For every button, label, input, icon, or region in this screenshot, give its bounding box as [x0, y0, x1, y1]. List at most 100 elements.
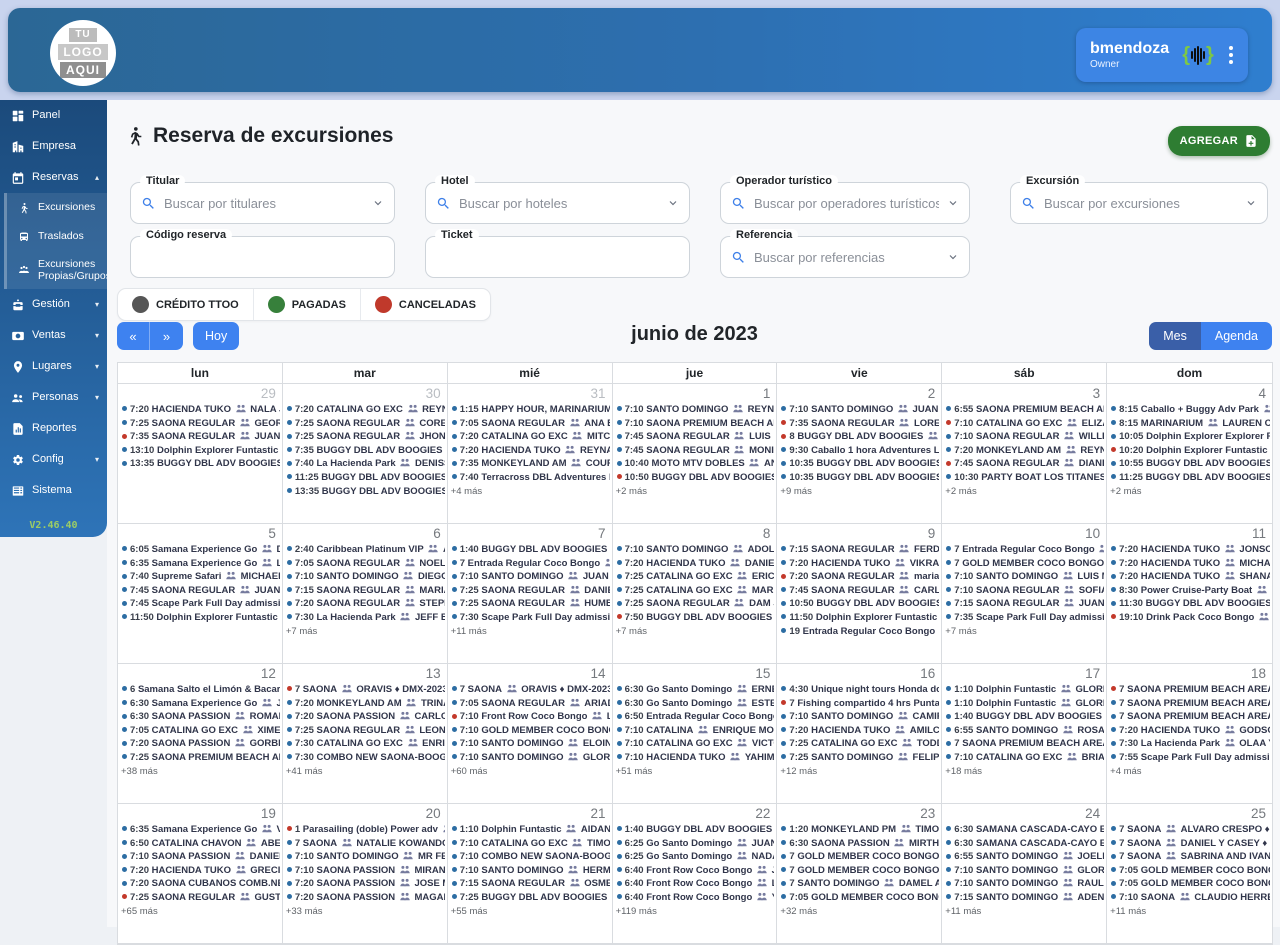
calendar-event[interactable]: 7:15 SAONA REGULAR JUAN JOSE Y — [945, 597, 1104, 611]
calendar-day-cell[interactable]: 221:40 BUGGY DBL ADV BOOGIES RICI6:25 Go… — [612, 804, 778, 944]
calendar-event[interactable]: 7:10 SANTO DOMINGO REYNA ACO — [616, 403, 774, 417]
calendar-event[interactable]: 6:30 Go Santo Domingo ESTELLA - L — [616, 697, 774, 711]
calendar-event[interactable]: 7:10 SAONA PASSION MIRANDA LU — [286, 864, 445, 878]
calendar-event[interactable]: 7 SAONA PREMIUM BEACH AREA C — [1110, 683, 1270, 697]
calendar-event[interactable]: 7:45 SAONA REGULAR DIANELIS GO — [945, 457, 1104, 471]
calendar-event[interactable]: 7 SANTO DOMINGO DAMEL AND JA — [780, 877, 939, 891]
calendar-day-cell[interactable]: 137 SAONA ORAVIS ♦ DMX-202302167:20 MONK… — [282, 664, 448, 804]
more-events-link[interactable]: +9 más — [780, 485, 939, 498]
calendar-event[interactable]: 7:20 SAONA CUBANOS COMB.NEW — [121, 877, 280, 891]
more-events-link[interactable]: +41 más — [286, 765, 445, 778]
calendar-event[interactable]: 7:10 SAONA REGULAR WILLIAM NG — [945, 430, 1104, 444]
calendar-day-cell[interactable]: 297:20 HACIENDA TUKO NALA JOHUS7:25 SAON… — [118, 384, 283, 524]
calendar-day-cell[interactable]: 10 7 Entrada Regular Coco Bongo EDIS7 GOL… — [942, 524, 1108, 664]
calendar-event[interactable]: 7:20 HACIENDA TUKO VIKRAM PAS. — [780, 557, 939, 571]
calendar-event[interactable]: 7:20 SAONA PASSION MAGALIEL VI — [286, 891, 445, 905]
add-reservation-button[interactable]: AGREGAR — [1167, 126, 1270, 156]
calendar-event[interactable]: 7:10 SANTO DOMINGO MR FENTON — [286, 850, 445, 864]
calendar-event[interactable]: 8 BUGGY DBL ADV BOOGIES BECKE — [780, 430, 939, 444]
calendar-event[interactable]: 7:20 HACIENDA TUKO GODSON OSE — [1110, 724, 1270, 738]
calendar-event[interactable]: 7:20 HACIENDA TUKO GRECIA BATIS — [121, 864, 280, 878]
calendar-event[interactable]: 7:20 HACIENDA TUKO NALA JOHUS — [121, 403, 280, 417]
calendar-event[interactable]: 7:25 SAONA REGULAR DAM JOSUE — [616, 597, 774, 611]
sidebar-item-reservas[interactable]: Reservas ▴ — [0, 162, 107, 193]
calendar-event[interactable]: 7:15 SANTO DOMINGO ADEN SIFAN — [945, 891, 1104, 905]
calendar-event[interactable]: 11:50 Dolphin Explorer Funtastic Progra — [780, 611, 939, 625]
calendar-day-cell[interactable]: 62:40 Caribbean Platinum VIP ALEXA7:05 S… — [282, 524, 448, 664]
sidebar-item-lugares[interactable]: Lugares ▾ — [0, 351, 107, 382]
calendar-event[interactable]: 7:20 HACIENDA TUKO SHANA WILL — [1110, 570, 1270, 584]
calendar-event[interactable]: 2:40 Caribbean Platinum VIP ALEXA — [286, 543, 445, 557]
calendar-event[interactable]: 7:25 CATALINA GO EXC MARIA ISAE — [616, 584, 774, 598]
calendar-event[interactable]: 7:20 HACIENDA TUKO AMILCAR MA — [780, 724, 939, 738]
calendar-event[interactable]: 1:40 BUGGY DBL ADV BOOGIES MA — [451, 543, 610, 557]
calendar-event[interactable]: 6:25 Go Santo Domingo NADA KON — [616, 850, 774, 864]
calendar-event[interactable]: 7:20 HACIENDA TUKO DANIELLE FIE — [616, 557, 774, 571]
calendar-event[interactable]: 7:45 SAONA REGULAR CARLOS NOV — [780, 584, 939, 598]
calendar-event[interactable]: 10:30 PARTY BOAT LOS TITANES Viajo C — [945, 471, 1104, 485]
calendar-event[interactable]: 7:10 SAONA PREMIUM BEACH AREA — [616, 417, 774, 431]
calendar-event[interactable]: 7:35 SAONA REGULAR JUAN ♦ DMX — [121, 430, 280, 444]
calendar-day-cell[interactable]: 12 6 Samana Salto el Limón & Bacardí Isla… — [118, 664, 283, 804]
calendar-day-cell[interactable]: 4 8:15 Caballo + Buggy Adv Park RAG8:15 M… — [1107, 384, 1272, 524]
calendar-event[interactable]: 7:05 CATALINA GO EXC XIMENA ♦ D — [121, 724, 280, 738]
calendar-event[interactable]: 7:20 SAONA PASSION CARLOS NAV — [286, 710, 445, 724]
calendar-event[interactable]: 7:35 Scape Park Full Day admission — [945, 611, 1104, 625]
calendar-event[interactable]: 6 Samana Salto el Limón & Bacardí Isla — [121, 683, 280, 697]
more-events-link[interactable]: +18 más — [945, 765, 1104, 778]
calendar-event[interactable]: 7 SAONA NATALIE KOWANDO ♦ DN — [286, 837, 445, 851]
calendar-event[interactable]: 7:40 Supreme Safari MICHAEL WEIN — [121, 570, 280, 584]
calendar-day-cell[interactable]: 27:10 SANTO DOMINGO JUAN ♦ DM7:35 SAONA … — [777, 384, 943, 524]
calendar-day-cell[interactable]: 156:30 Go Santo Domingo ERNESTO ♦6:30 Go… — [612, 664, 778, 804]
calendar-event[interactable]: 10:40 MOTO MTV DOBLES ANDRES — [616, 457, 774, 471]
calendar-event[interactable]: 7 SAONA ORAVIS ♦ DMX-20230216 — [286, 683, 445, 697]
calendar-day-cell[interactable]: 31 1:15 HAPPY HOUR, MARINARIUM F7:05 SAON… — [447, 384, 613, 524]
calendar-day-cell[interactable]: 307:20 CATALINA GO EXC REYNA ACO7:25 SAO… — [282, 384, 448, 524]
calendar-event[interactable]: 7:10 CATALINA GO EXC VICTOR DIA — [616, 737, 774, 751]
calendar-event[interactable]: 10:50 BUGGY DBL ADV BOOGIES os — [616, 471, 774, 485]
calendar-event[interactable]: 7:10 CATALINA GO EXC TIMOTHY ♦ — [451, 837, 610, 851]
calendar-event[interactable]: 10:35 BUGGY DBL ADV BOOGIES MO — [780, 471, 939, 485]
calendar-event[interactable]: 6:50 CATALINA CHAVON ABEL LOPE — [121, 837, 280, 851]
calendar-event[interactable]: 13:35 BUGGY DBL ADV BOOGIES JA — [286, 485, 445, 499]
calendar-event[interactable]: 7:25 SAONA REGULAR GUSTAVO ♦ I — [121, 891, 280, 905]
calendar-event[interactable]: 7:35 SAONA REGULAR LORENA ♦ D — [780, 417, 939, 431]
more-events-link[interactable]: +4 más — [451, 485, 610, 498]
calendar-event[interactable]: 7:45 SAONA REGULAR JUAN ♦ DMX — [121, 584, 280, 598]
sidebar-item-excursiones[interactable]: Excursiones — [7, 193, 107, 222]
calendar-event[interactable]: 7:10 SANTO DOMINGO CAMIRI LOP — [780, 710, 939, 724]
calendar-event[interactable]: 7:20 CATALINA GO EXC MITCHELL C — [451, 430, 610, 444]
calendar-event[interactable]: 7:30 La Hacienda Park OLAA YACOU — [1110, 737, 1270, 751]
calendar-event[interactable]: 7:45 SAONA REGULAR MONICA DE — [616, 444, 774, 458]
calendar-event[interactable]: 7:25 SAONA REGULAR JHON Y TRIC — [286, 430, 445, 444]
calendar-event[interactable]: 7:25 SANTO DOMINGO FELIPE JULC — [780, 751, 939, 765]
calendar-event[interactable]: 8:30 Power Cruise-Party Boat JOEL A — [1110, 584, 1270, 598]
calendar-event[interactable]: 7 SAONA ORAVIS ♦ DMX-20230225 — [451, 683, 610, 697]
calendar-event[interactable]: 7:05 GOLD MEMBER COCO BONGO — [780, 891, 939, 905]
calendar-event[interactable]: 1:20 MONKEYLAND PM TIMOTHY L — [780, 823, 939, 837]
filter-hotel[interactable]: Hotel Buscar por hoteles — [425, 175, 690, 224]
calendar-event[interactable]: 7:45 SAONA REGULAR LUIS DOS SA — [616, 430, 774, 444]
calendar-event[interactable]: 6:30 SAONA PASSION MIRTHA ♦ DN — [780, 837, 939, 851]
calendar-event[interactable]: 7:45 Scape Park Full Day admission . — [121, 597, 280, 611]
calendar-event[interactable]: 7 SAONA PREMIUM BEACH AREA C — [1110, 697, 1270, 711]
calendar-event[interactable]: 7:10 SANTO DOMINGO GLORIA ♦ D — [945, 864, 1104, 878]
view-agenda-button[interactable]: Agenda — [1200, 322, 1272, 350]
calendar-event[interactable]: 7:05 GOLD MEMBER COCO BONGO — [1110, 877, 1270, 891]
sidebar-item-excursiones-propias[interactable]: Excursiones Propias/Grupos — [7, 251, 111, 289]
calendar-event[interactable]: 7 Entrada Regular Coco Bongo EDIS — [945, 543, 1105, 557]
calendar-event[interactable]: 7:30 COMBO NEW SAONA-BOOGIES — [286, 751, 445, 765]
calendar-event[interactable]: 7:10 SAONA CLAUDIO HERRERA ♦ D — [1110, 891, 1270, 905]
calendar-event[interactable]: 7:40 Terracross DBL Adventures Boogie — [451, 471, 610, 485]
calendar-event[interactable]: 6:55 SANTO DOMINGO JOELLA ♦ DI — [945, 850, 1104, 864]
calendar-event[interactable]: 6:50 Entrada Regular Coco Bongo JO — [616, 710, 774, 724]
calendar-event[interactable]: 7 Fishing compartido 4 hrs Punta Cana — [780, 697, 939, 711]
legend-item[interactable]: PAGADAS — [254, 289, 361, 320]
calendar-event[interactable]: 7:35 MONKEYLAND AM COURTNEY — [451, 457, 610, 471]
calendar-event[interactable]: 1:10 Dolphin Funtastic GLORIA ALLE — [945, 697, 1104, 711]
calendar-event[interactable]: 7:10 GOLD MEMBER COCO BONGO — [451, 724, 610, 738]
more-events-link[interactable]: +119 más — [616, 905, 775, 918]
calendar-event[interactable]: 10:20 Dolphin Explorer Funtastic Progra — [1110, 444, 1270, 458]
calendar-day-cell[interactable]: 117:20 HACIENDA TUKO JONSON FAM7:20 HACI… — [1107, 524, 1272, 664]
calendar-day-cell[interactable]: 147 SAONA ORAVIS ♦ DMX-202302257:05 SAON… — [447, 664, 613, 804]
